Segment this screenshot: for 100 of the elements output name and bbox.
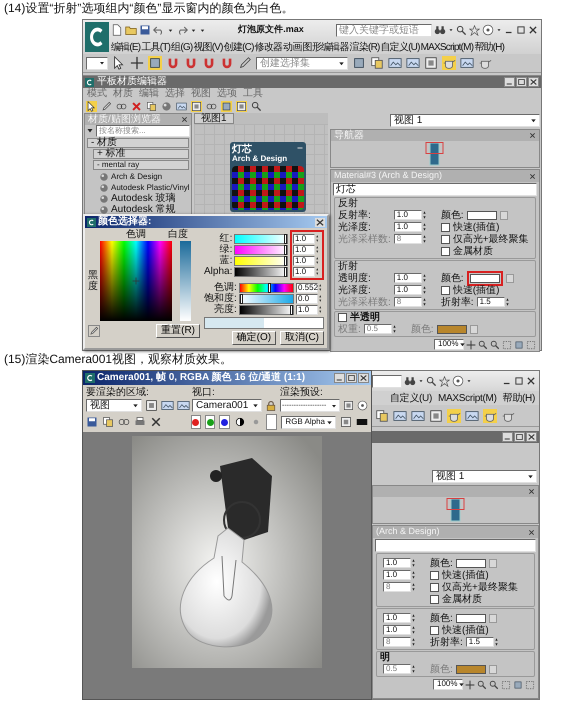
number-field[interactable]: 1.0	[394, 210, 422, 220]
caret-icon[interactable]	[496, 27, 502, 33]
area-dropdown[interactable]: 视图	[86, 399, 142, 412]
number-field[interactable]: 1.5	[476, 297, 505, 307]
minimize-icon[interactable]	[504, 77, 515, 87]
zoom-dropdown[interactable]: 100%	[433, 679, 463, 690]
magnet-icon[interactable]	[184, 56, 198, 70]
dashed-square-icon[interactable]	[525, 680, 535, 690]
caret-icon[interactable]	[466, 378, 472, 384]
channel-toggle[interactable]	[190, 415, 202, 429]
channel-toggle[interactable]	[219, 415, 230, 429]
menu-item[interactable]: 创建(C)	[224, 42, 254, 52]
view-dropdown[interactable]: 视图 1	[432, 470, 537, 483]
caret-icon[interactable]	[448, 27, 454, 33]
category-header[interactable]: - 材质	[87, 138, 189, 148]
name-field[interactable]	[375, 539, 536, 552]
crosshair-icon[interactable]	[130, 56, 144, 70]
channel-slider[interactable]	[238, 294, 294, 304]
close-icon[interactable]	[528, 77, 539, 87]
hue-saturation-field[interactable]	[100, 241, 172, 321]
channel-slider[interactable]	[234, 266, 288, 276]
whiteness-bar[interactable]	[180, 241, 191, 321]
number-field[interactable]: 0.552	[296, 282, 318, 292]
menu-item[interactable]: 图形编辑器	[302, 42, 349, 52]
view-tab[interactable]: 视图1	[194, 113, 234, 124]
binoculars-icon[interactable]	[434, 24, 446, 36]
color-swatch[interactable]	[470, 274, 500, 282]
menu-item[interactable]: 工具(T)	[141, 42, 170, 52]
menu-item[interactable]: 自定义(U)	[380, 42, 420, 52]
checkbox[interactable]	[430, 594, 439, 604]
close-icon[interactable]	[528, 25, 538, 35]
undo-icon[interactable]	[153, 24, 165, 36]
close-icon[interactable]	[528, 488, 535, 495]
number-field[interactable]: 0.0	[296, 294, 318, 304]
app-logo-icon[interactable]	[85, 22, 109, 52]
menu-item[interactable]: 动画	[283, 42, 302, 52]
number-field[interactable]: 1.0	[383, 625, 411, 635]
slider-thumb[interactable]	[284, 266, 287, 276]
channel-toggle[interactable]	[205, 415, 216, 429]
teapot-icon[interactable]	[447, 408, 461, 422]
pencil-icon[interactable]	[238, 56, 252, 70]
search-field[interactable]: 键入关键字或短语	[336, 24, 432, 36]
close-icon[interactable]	[526, 376, 536, 386]
spinner-arrows-icon[interactable]	[316, 256, 321, 265]
material-node[interactable]: 灯芯 Arch & Design	[230, 142, 306, 212]
number-field[interactable]: 1.0	[383, 558, 411, 568]
printer-icon[interactable]	[134, 416, 146, 428]
menu-item[interactable]: 组(G)	[171, 42, 192, 52]
close-icon[interactable]	[526, 432, 537, 442]
checkbox[interactable]	[440, 286, 450, 294]
caret-icon[interactable]	[167, 26, 174, 34]
close-icon[interactable]	[529, 172, 536, 180]
menu-item[interactable]: 修改器	[254, 42, 282, 52]
image-icon[interactable]	[177, 399, 190, 412]
spinner-arrows-icon[interactable]	[316, 267, 321, 276]
pages-icon[interactable]	[370, 56, 384, 70]
menu-item[interactable]: 帮助(H)	[474, 42, 504, 52]
name-field[interactable]: 灯芯	[333, 183, 537, 196]
frame-icon[interactable]	[236, 101, 247, 112]
search-field[interactable]: 按名称搜索...	[96, 125, 190, 137]
number-field[interactable]: 1.0	[394, 273, 422, 283]
maximize-icon[interactable]	[514, 432, 525, 442]
color-swatch[interactable]	[456, 558, 486, 568]
zoom-dropdown[interactable]: 100%	[434, 339, 464, 350]
spinner-arrows-icon[interactable]	[316, 245, 321, 254]
image-icon[interactable]	[460, 56, 474, 70]
view-dropdown[interactable]: 视图 1	[390, 114, 540, 127]
pages-icon[interactable]	[146, 101, 157, 112]
slider-thumb[interactable]	[290, 304, 293, 314]
menu-item[interactable]: 视图	[191, 89, 211, 99]
folder-icon[interactable]	[125, 24, 137, 36]
pages-icon[interactable]	[102, 416, 114, 428]
menu-item[interactable]: 编辑(E)	[111, 42, 140, 52]
number-field[interactable]: 1.0	[293, 266, 315, 276]
close-icon[interactable]	[528, 528, 535, 536]
magnet-icon[interactable]	[166, 56, 180, 70]
channel-slider[interactable]	[238, 282, 294, 292]
triangle-icon[interactable]	[86, 127, 94, 135]
menu-item[interactable]: 渲染(R)	[350, 42, 380, 52]
cancel-button[interactable]: 取消(C)	[280, 331, 324, 345]
number-field[interactable]: 1.0	[296, 304, 318, 314]
checkbox[interactable]	[430, 626, 439, 634]
magnifier-icon[interactable]	[426, 376, 437, 386]
reset-button[interactable]: 重置(R)	[156, 324, 200, 338]
maximize-icon[interactable]	[516, 77, 527, 87]
number-field[interactable]: 1.0	[383, 570, 411, 580]
close-icon[interactable]	[315, 218, 325, 226]
redo-icon[interactable]	[176, 24, 188, 36]
number-field[interactable]: 1.0	[293, 234, 315, 244]
ok-button[interactable]: 确定(O)	[232, 331, 276, 345]
checkbox[interactable]	[430, 582, 439, 592]
binoculars-icon[interactable]	[404, 375, 416, 387]
menu-item[interactable]: 自定义(U)	[390, 392, 432, 404]
magnifier-icon[interactable]	[490, 340, 500, 350]
magnifier-icon[interactable]	[477, 680, 487, 690]
slider-thumb[interactable]	[240, 294, 243, 304]
viewport-dropdown[interactable]: Camera001	[192, 399, 262, 412]
image-icon[interactable]	[411, 408, 425, 422]
ball-icon[interactable]	[161, 101, 172, 112]
app-logo-icon[interactable]	[85, 373, 95, 383]
